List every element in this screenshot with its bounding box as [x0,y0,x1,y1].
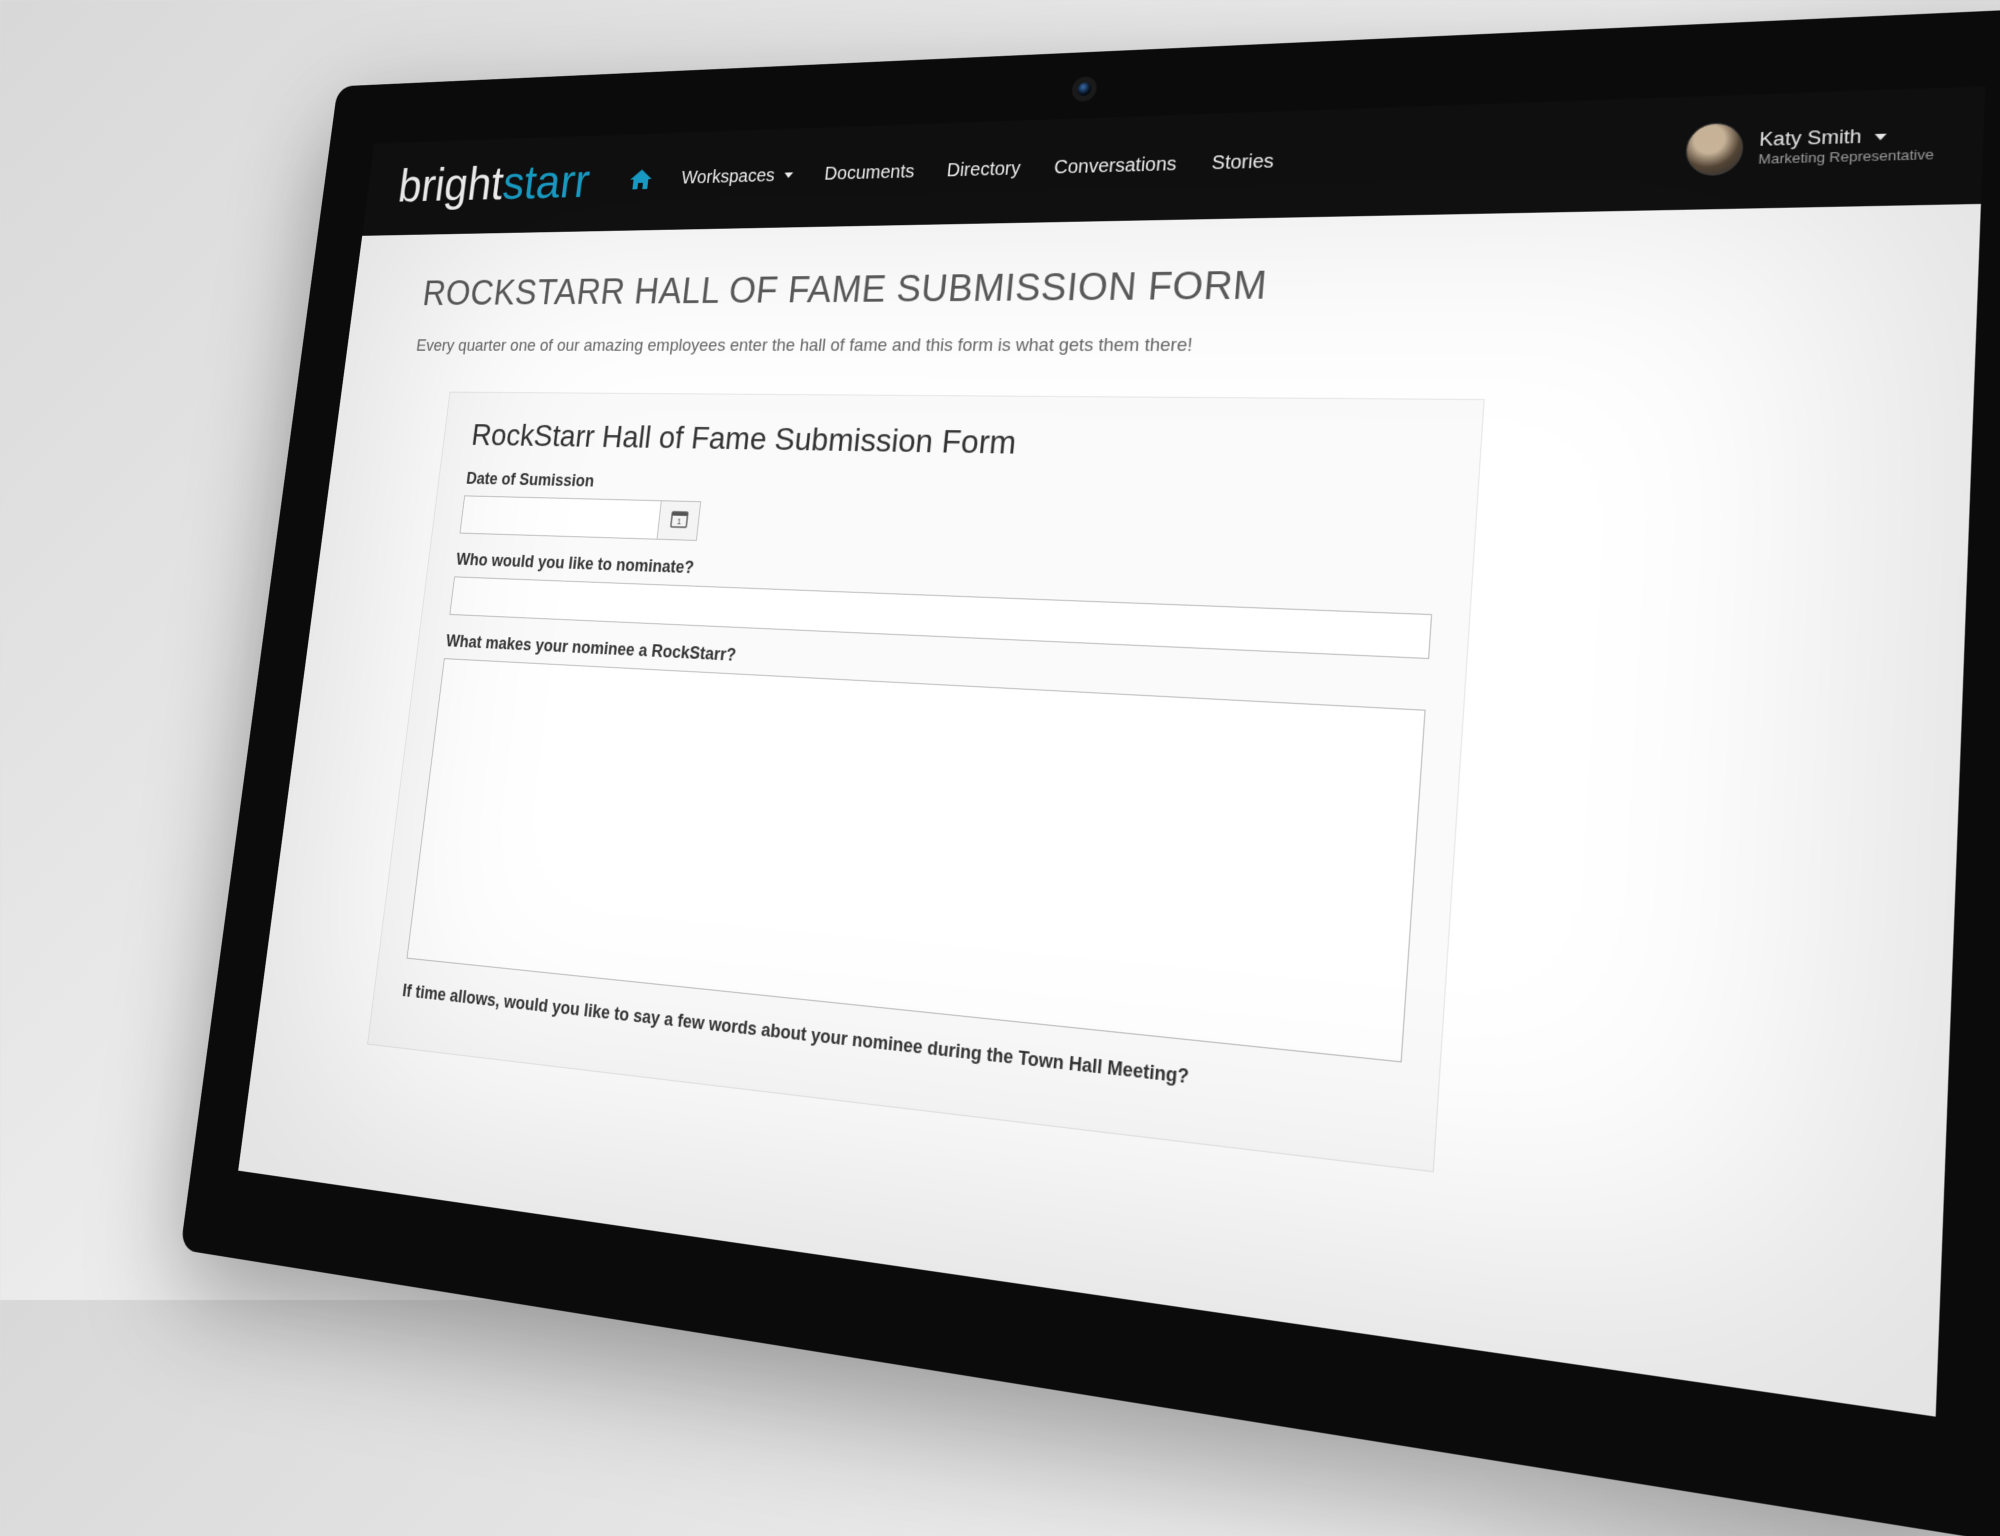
top-nav: brightstarr Workspaces Documents Directo… [362,86,1985,236]
townhall-label: If time allows, would you like to say a … [401,981,1400,1113]
form-title: RockStarr Hall of Fame Submission Form [470,418,1445,470]
brand-logo[interactable]: brightstarr [395,153,592,212]
page-subtitle: Every quarter one of our amazing employe… [415,333,1866,357]
user-name: Katy Smith [1759,126,1862,150]
nav-conversations[interactable]: Conversations [1053,153,1177,179]
nav-documents[interactable]: Documents [823,161,915,185]
submission-form: RockStarr Hall of Fame Submission Form D… [367,392,1485,1173]
nav-directory[interactable]: Directory [946,158,1022,182]
date-picker-button[interactable]: 1 [657,500,701,541]
page-title: ROCKSTARR HALL OF FAME SUBMISSION FORM [421,256,1870,314]
nav-workspaces[interactable]: Workspaces [680,165,794,189]
brand-part2: starr [500,153,593,210]
date-input[interactable] [460,495,662,539]
svg-text:1: 1 [676,516,682,526]
brand-part1: bright [395,156,506,213]
user-menu[interactable]: Katy Smith Marketing Representative [1684,116,1935,176]
user-role: Marketing Representative [1758,146,1934,167]
calendar-icon: 1 [669,509,689,533]
chevron-down-icon [1874,134,1886,141]
nav-workspaces-label: Workspaces [681,165,776,188]
camera-dot [1077,82,1091,96]
home-icon[interactable] [629,169,653,189]
nav-stories[interactable]: Stories [1211,150,1275,174]
avatar [1684,122,1744,176]
chevron-down-icon [784,173,793,179]
